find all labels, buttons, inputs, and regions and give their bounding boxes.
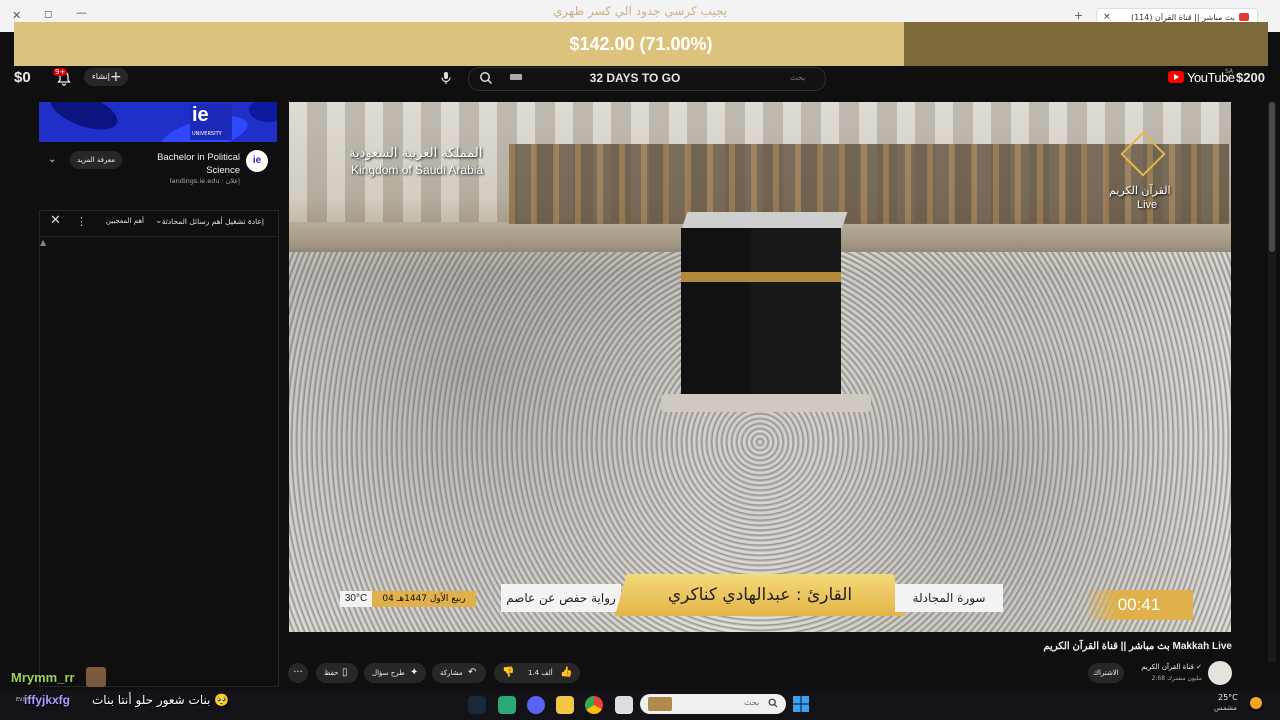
page-scrollbar-thumb[interactable] [1269, 102, 1275, 252]
window-close-button[interactable]: ✕ [12, 9, 21, 22]
create-button-label: إنشاء [92, 72, 110, 81]
kaaba-image [661, 212, 871, 412]
youtube-favicon-icon [1239, 13, 1249, 21]
plus-icon: + [110, 69, 122, 85]
like-count: 1.4 ألف [528, 669, 553, 677]
channel-watermark-arabic: القرآن الكريم [1109, 184, 1171, 197]
top-fans-badge: أهم المعجبين [105, 217, 144, 225]
lower-third-temperature: 30°C [340, 591, 372, 607]
streamer-name: Mrymm_rr [11, 670, 75, 685]
steam-app-icon[interactable] [468, 696, 486, 714]
overlay-title-text: يجيب كرسي جدود الي كسر ظهري [553, 4, 727, 18]
dislike-icon[interactable]: 👎 [502, 663, 514, 683]
window-minimize-button[interactable]: — [76, 6, 87, 19]
voice-search-mic-icon[interactable] [440, 71, 452, 85]
taskbar-search-placeholder[interactable]: بحث [744, 698, 759, 707]
live-chat-panel [39, 210, 279, 687]
countdown-overlay-text: 32 DAYS TO GO [589, 71, 681, 85]
donation-goal-bar: $142.00 (71.00%) [14, 22, 1268, 67]
channel-subscriber-count: 2.68 مليون مشترك [1151, 675, 1202, 682]
share-label: مشاركة [440, 669, 463, 677]
like-dislike-button[interactable]: 👎 1.4 ألف 👍 [494, 663, 580, 683]
lower-third-surah: سورة المجادلة [895, 584, 1003, 612]
video-watermark-arabic: المملكة العربية السعودية [349, 146, 483, 161]
ask-label: طرح سؤال [372, 669, 405, 677]
create-button[interactable]: إنشاء + [84, 68, 128, 86]
chevron-down-icon[interactable]: ⌄ [48, 154, 56, 165]
ie-university-logo-sub: UNIVERSITY [192, 131, 222, 137]
ie-university-logo: ie [192, 104, 209, 126]
youtube-logo-icon[interactable] [1168, 71, 1184, 83]
file-explorer-icon[interactable] [556, 696, 574, 714]
weather-temperature[interactable]: 25°C [1218, 693, 1238, 702]
lower-third-clock: 00:41 [1085, 590, 1193, 620]
tab-title: (114) بث مباشر || قناة القرآن [1130, 13, 1235, 22]
ad-banner-shape [249, 102, 277, 122]
weather-sun-icon[interactable] [1250, 697, 1262, 709]
new-tab-button[interactable]: + [1074, 9, 1083, 22]
discord-app-icon[interactable] [527, 696, 545, 714]
lower-third-date: 04 ربيع الأول 1447هـ [372, 591, 476, 607]
overlay-money-right: $200 [1236, 70, 1265, 85]
search-input-placeholder[interactable]: بحث [790, 73, 805, 82]
share-button[interactable]: مشاركة ↶ [432, 663, 486, 683]
like-icon[interactable]: 👍 [560, 663, 572, 683]
overlay-chat-message: بنات شعور حلو أنتا بنات 🥺 [92, 693, 230, 707]
save-label: حفظ [324, 669, 339, 677]
tab-close-icon[interactable]: × [1103, 12, 1111, 22]
more-options-icon[interactable]: ⋮ [76, 215, 87, 228]
video-player[interactable]: المملكة العربية السعودية Kingdom of Saud… [289, 102, 1231, 632]
bookmark-icon: ▯ [342, 667, 348, 678]
kaaba-side [751, 228, 841, 398]
donation-goal-text: $142.00 (71.00%) [569, 34, 713, 54]
keyboard-icon[interactable] [510, 74, 522, 80]
lower-third-riwaya: رواية حفص عن عاصم [501, 584, 621, 612]
subscribe-button[interactable]: الاشتراك [1088, 663, 1124, 683]
ad-url: landings.ie.edu · إعلان [169, 177, 240, 185]
channel-name[interactable]: قناة القرآن الكريم ✓ [1140, 663, 1202, 671]
search-icon[interactable] [768, 698, 778, 708]
kaaba-gold-band [681, 272, 841, 282]
overlay-chat-username: iffyjkxfg [24, 693, 71, 707]
video-title: بث مباشر || قناة القرآن الكريم Makkah Li… [1043, 641, 1232, 652]
streamer-avatar [86, 667, 106, 687]
more-actions-button[interactable]: ··· [288, 663, 308, 683]
taskbar-app-icon[interactable] [498, 696, 516, 714]
window-restore-button[interactable]: ◻ [44, 9, 52, 20]
search-icon[interactable] [479, 71, 493, 85]
kaaba-base [661, 394, 871, 412]
ad-banner-image[interactable] [39, 102, 277, 142]
close-chat-icon[interactable]: ✕ [50, 213, 61, 228]
weather-description[interactable]: مشمس [1214, 704, 1237, 712]
ad-advertiser-avatar[interactable]: ie [246, 150, 268, 172]
ad-title[interactable]: Bachelor in Political Science [140, 151, 240, 177]
overlay-money-left: $0 [14, 69, 31, 86]
save-button[interactable]: حفظ ▯ [316, 663, 358, 683]
youtube-region-code: SA [1225, 68, 1234, 75]
windows-start-icon[interactable] [792, 695, 810, 713]
chrome-app-icon[interactable] [585, 696, 603, 714]
video-watermark-english: Kingdom of Saudi Arabia [351, 163, 484, 177]
channel-avatar[interactable] [1208, 661, 1232, 685]
ask-button[interactable]: طرح سؤال ✦ [364, 663, 426, 683]
ad-banner-shape [45, 102, 123, 138]
kaaba-front [681, 228, 751, 398]
notification-count-badge: 9+ [53, 68, 68, 76]
chat-scroll-arrow-icon[interactable]: ▲ [40, 238, 46, 247]
ad-learn-more-button[interactable]: معرفة المزيد [70, 151, 122, 169]
sparkle-icon: ✦ [410, 667, 419, 678]
channel-watermark-live: Live [1137, 199, 1158, 211]
lower-third-reader: القارئ : عبدالهادي كناكري [615, 574, 905, 616]
search-highlight-image [648, 697, 672, 711]
taskbar-app-icon[interactable] [615, 696, 633, 714]
chat-replay-title[interactable]: إعادة تشغيل أهم رسائل المحادثة [156, 217, 264, 226]
share-arrow-icon: ↶ [468, 667, 477, 678]
chevron-down-icon[interactable]: ⌄ [155, 216, 163, 226]
